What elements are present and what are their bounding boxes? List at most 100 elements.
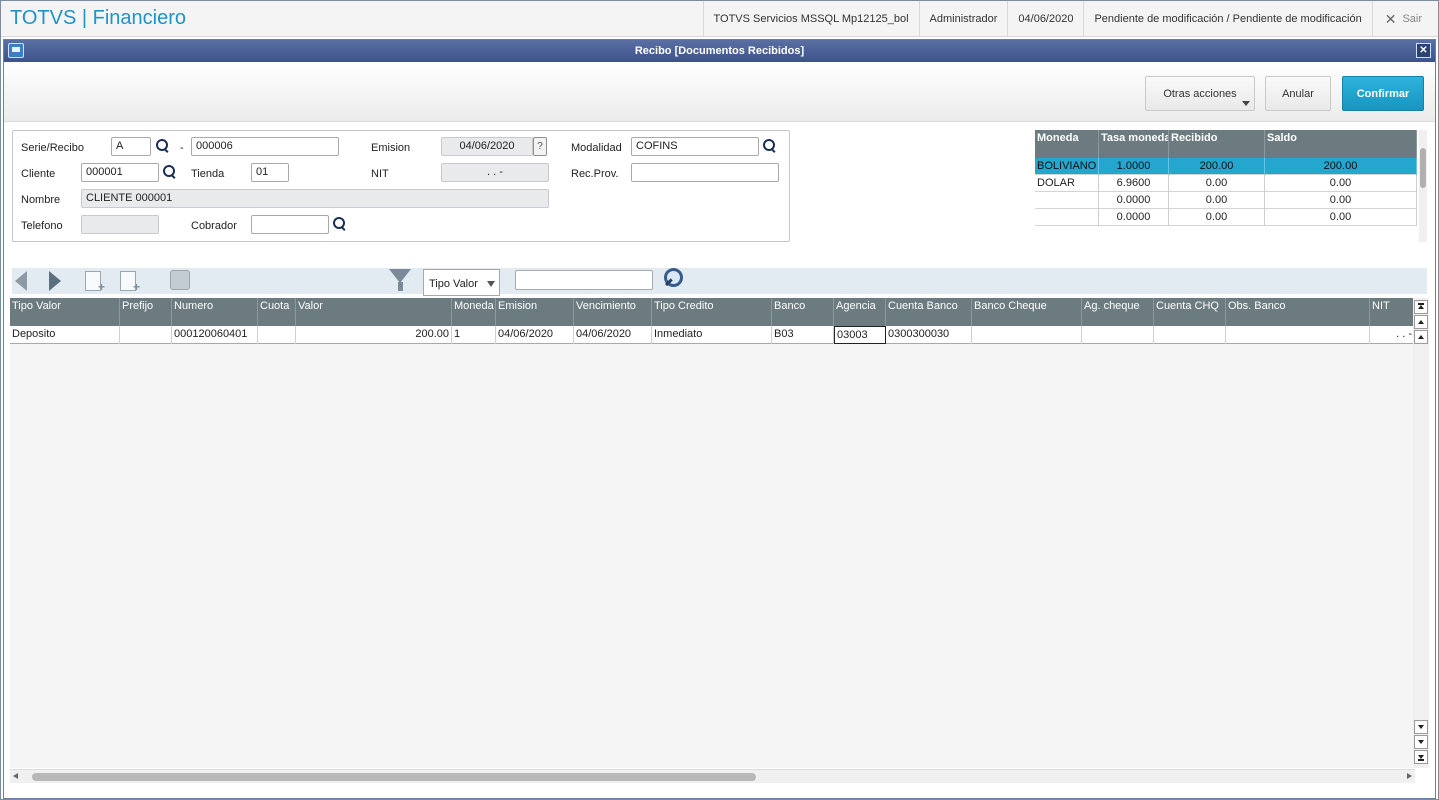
cuota-cell[interactable] [258,326,296,344]
col-numero[interactable]: Numero [172,298,258,326]
moneda-row[interactable]: BOLIVIANO 1.0000 200.00 200.00 [1035,158,1417,175]
col-cuenta-chq[interactable]: Cuenta CHQ [1154,298,1226,326]
col-moneda[interactable]: Moneda [452,298,496,326]
col-tipo-credito[interactable]: Tipo Credito [652,298,772,326]
table-row[interactable]: Deposito 000120060401 200.00 1 04/06/202… [10,326,1415,344]
scroll-page-up-icon[interactable] [1414,315,1428,329]
filter-field-select[interactable]: Tipo Valor [423,269,500,296]
col-cuenta-banco[interactable]: Cuenta Banco [886,298,972,326]
dialog-title: Recibo [Documentos Recibidos] [634,45,805,57]
col-banco-cheque[interactable]: Banco Cheque [972,298,1082,326]
documentos-grid-header: Tipo Valor Prefijo Numero Cuota Valor Mo… [10,298,1415,326]
search-icon[interactable] [163,165,177,179]
cliente-input[interactable]: 000001 [81,163,159,182]
valor-cell[interactable]: 200.00 [296,326,452,344]
add-document-icon[interactable] [85,271,105,294]
prefijo-cell[interactable] [120,326,172,344]
recibido-cell: 0.00 [1169,175,1265,192]
col-tasa-moneda[interactable]: Tasa moneda [1099,130,1169,158]
scroll-down-icon[interactable] [1414,720,1428,734]
search-icon[interactable] [333,217,347,231]
grid-vertical-scrollbar[interactable] [1413,298,1429,768]
recibido-cell: 0.00 [1169,209,1265,226]
col-tipo-valor[interactable]: Tipo Valor [10,298,120,326]
moneda-scrollbar[interactable] [1419,130,1427,242]
documentos-grid: Tipo Valor Prefijo Numero Cuota Valor Mo… [10,298,1415,768]
cobrador-input[interactable] [251,215,329,234]
scroll-top-icon[interactable] [1414,300,1428,314]
col-nit[interactable]: NIT [1370,298,1415,326]
scroll-right-icon[interactable] [1407,773,1412,779]
recibo-input[interactable]: 000006 [191,137,339,156]
search-icon[interactable] [660,268,683,292]
tipo-credito-cell[interactable]: Inmediato [652,326,772,344]
exit-button[interactable]: ✕ Sair [1371,1,1438,37]
otras-acciones-label: Otras acciones [1163,87,1237,100]
emision-label: Emision [371,142,411,154]
cuenta-banco-cell[interactable]: 0300300030 [886,326,972,344]
modalidad-input[interactable]: COFINS [631,137,759,156]
col-prefijo[interactable]: Prefijo [120,298,172,326]
date-label: 04/06/2020 [1007,1,1083,37]
tipo-valor-cell[interactable]: Deposito [10,326,120,344]
moneda-grid-header: Moneda Tasa moneda Recibido Saldo [1035,130,1417,158]
banco-cell[interactable]: B03 [772,326,834,344]
recprov-input[interactable] [631,163,779,182]
col-obs-banco[interactable]: Obs. Banco [1226,298,1370,326]
cuenta-chq-cell[interactable] [1154,326,1226,344]
cobrador-label: Cobrador [191,220,237,232]
grid-horizontal-scrollbar[interactable] [10,769,1415,783]
moneda-row[interactable]: DOLAR 6.9600 0.00 0.00 [1035,175,1417,192]
col-vencimiento[interactable]: Vencimiento [574,298,652,326]
anular-button[interactable]: Anular [1265,76,1331,111]
col-agencia[interactable]: Agencia [834,298,886,326]
previous-icon[interactable] [15,271,27,291]
action-bar: Otras acciones Anular Confirmar [4,62,1435,122]
scroll-bottom-icon[interactable] [1414,750,1428,764]
scroll-page-down-icon[interactable] [1414,735,1428,749]
nombre-label: Nombre [21,194,61,206]
col-saldo[interactable]: Saldo [1265,130,1417,158]
emision-cell[interactable]: 04/06/2020 [496,326,574,344]
col-emision[interactable]: Emision [496,298,574,326]
col-moneda[interactable]: Moneda [1035,130,1099,158]
window-icon [8,43,24,58]
next-icon[interactable] [49,271,61,291]
col-cuota[interactable]: Cuota [258,298,296,326]
numero-cell[interactable]: 000120060401 [172,326,258,344]
banco-cheque-cell[interactable] [972,326,1082,344]
scroll-left-icon[interactable] [13,773,18,779]
tienda-input[interactable]: 01 [251,163,289,182]
vencimiento-cell[interactable]: 04/06/2020 [574,326,652,344]
add-line-icon[interactable] [120,271,140,294]
col-ag-cheque[interactable]: Ag. cheque [1082,298,1154,326]
moneda-row[interactable]: 0.0000 0.00 0.00 [1035,192,1417,209]
agencia-cell[interactable]: 03003 [834,326,886,344]
confirmar-button[interactable]: Confirmar [1342,76,1424,111]
filter-icon[interactable] [389,269,411,283]
moneda-row[interactable]: 0.0000 0.00 0.00 [1035,209,1417,226]
scroll-thumb[interactable] [1420,148,1426,188]
col-valor[interactable]: Valor [296,298,452,326]
chevron-down-icon [1242,101,1250,106]
moneda-cell[interactable]: 1 [452,326,496,344]
close-icon: ✕ [1384,10,1397,27]
print-icon[interactable] [170,270,190,290]
recprov-label: Rec.Prov. [571,168,619,180]
col-banco[interactable]: Banco [772,298,834,326]
otras-acciones-button[interactable]: Otras acciones [1145,76,1255,111]
search-icon[interactable] [763,139,777,153]
scroll-up-icon[interactable] [1414,330,1428,344]
serie-input[interactable]: A [111,137,151,156]
date-help-button[interactable]: ? [533,137,547,156]
ag-cheque-cell[interactable] [1082,326,1154,344]
nit-cell[interactable]: . . - [1370,326,1415,344]
dialog-close-button[interactable]: ✕ [1416,43,1431,58]
obs-banco-cell[interactable] [1226,326,1370,344]
col-recibido[interactable]: Recibido [1169,130,1265,158]
scroll-thumb[interactable] [32,773,756,781]
grid-search-input[interactable] [515,270,653,290]
tienda-label: Tienda [191,168,225,180]
search-icon[interactable] [156,139,170,153]
emision-input: 04/06/2020 [441,137,533,156]
